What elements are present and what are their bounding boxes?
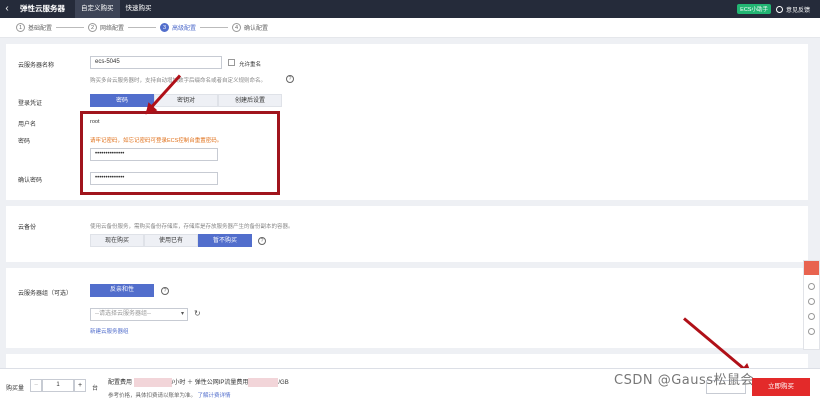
fee-line: 配置费用 /小时 ＋ 弹性公网IP流量费用/GB <box>108 377 289 387</box>
fee-note: 参考价格，具体扣费请以账单为准。 了解计费详情 <box>108 393 231 399</box>
help-icon[interactable]: ? <box>161 287 169 295</box>
edit-icon[interactable] <box>808 328 815 335</box>
allow-duplicate-label: 允许重名 <box>239 62 262 68</box>
billing-detail-link[interactable]: 了解计费详情 <box>198 393 231 399</box>
step-confirm: 4 确认配置 <box>232 23 268 32</box>
float-toolbar <box>803 260 820 350</box>
help-icon[interactable]: ? <box>258 237 266 245</box>
next-card <box>6 354 808 368</box>
tab-custom-buy[interactable]: 自定义购买 <box>75 0 120 18</box>
step-basic: 1 基础配置 <box>16 23 52 32</box>
new-group-link[interactable]: 新建云服务器组 <box>90 327 129 335</box>
help-icon[interactable]: ? <box>286 75 294 83</box>
password-label: 密码 <box>18 139 31 145</box>
anti-affinity-button[interactable]: 反亲和性 <box>90 284 154 297</box>
redaction <box>133 377 172 387</box>
share-icon[interactable] <box>808 298 815 305</box>
server-name-input[interactable]: ecs-5045 <box>90 56 222 69</box>
backup-options: 现在购买 使用已有 暂不购买 <box>90 234 252 247</box>
watermark: CSDN @Gauss松鼠会 <box>614 373 755 388</box>
redaction <box>248 377 279 387</box>
quantity-stepper: − 1 + <box>30 379 86 392</box>
step-advanced: 3 高级配置 <box>160 23 196 32</box>
backup-use-existing[interactable]: 使用已有 <box>144 234 198 247</box>
page-title: 弹性云服务器 <box>20 4 65 13</box>
backup-skip[interactable]: 暂不购买 <box>198 234 252 247</box>
username-label: 用户名 <box>18 122 37 128</box>
backup-card: 云备份 使用云备份服务，需购买备份存储库，存储库是存放服务器产生的备份副本的容器… <box>6 206 808 262</box>
quantity-label: 购买量 <box>6 386 25 392</box>
group-select[interactable]: --请选择云服务器组-- ▾ <box>90 308 188 321</box>
refresh-icon[interactable]: ↻ <box>194 309 201 318</box>
tab-quick-buy[interactable]: 快速购买 <box>120 0 158 18</box>
chat-icon[interactable] <box>804 261 819 275</box>
allow-duplicate-checkbox[interactable] <box>228 59 235 66</box>
quantity-plus[interactable]: + <box>74 379 86 392</box>
group-card: 云服务器组（可选） 反亲和性 ? --请选择云服务器组-- ▾ ↻ 新建云服务器… <box>6 268 808 348</box>
quantity-input[interactable]: 1 <box>42 379 74 392</box>
assistant-badge[interactable]: ECS小助手 <box>737 4 771 14</box>
service-icon[interactable] <box>808 283 815 290</box>
server-name-label: 云服务器名称 <box>18 63 55 69</box>
group-label: 云服务器组（可选） <box>18 291 73 297</box>
login-label: 登录凭证 <box>18 101 43 107</box>
step-network: 2 网络配置 <box>88 23 124 32</box>
login-options: 密码 密钥对 创建后设置 <box>90 94 282 107</box>
backup-buy-now[interactable]: 现在购买 <box>90 234 144 247</box>
chevron-down-icon: ▾ <box>180 311 184 317</box>
top-bar: ‹ 弹性云服务器 自定义购买 快速购买 ECS小助手 意见反馈 <box>0 0 820 18</box>
confirm-password-label: 确认密码 <box>18 178 43 184</box>
step-indicator: 1 基础配置 2 网络配置 3 高级配置 4 确认配置 <box>0 18 820 38</box>
buy-now-button[interactable]: 立即购买 <box>752 378 810 396</box>
quantity-minus[interactable]: − <box>30 379 42 392</box>
backup-label: 云备份 <box>18 225 37 231</box>
help-icon[interactable] <box>808 313 815 320</box>
highlight-box <box>80 111 280 195</box>
feedback-link[interactable]: 意见反馈 <box>786 5 810 14</box>
chevron-left-icon[interactable]: ‹ <box>0 0 14 18</box>
quantity-unit: 台 <box>92 386 99 392</box>
backup-hint: 使用云备份服务，需购买备份存储库，存储库是存放服务器产生的备份副本的容器。 <box>90 224 294 230</box>
login-option-later[interactable]: 创建后设置 <box>218 94 282 107</box>
feedback-icon[interactable] <box>775 5 783 13</box>
